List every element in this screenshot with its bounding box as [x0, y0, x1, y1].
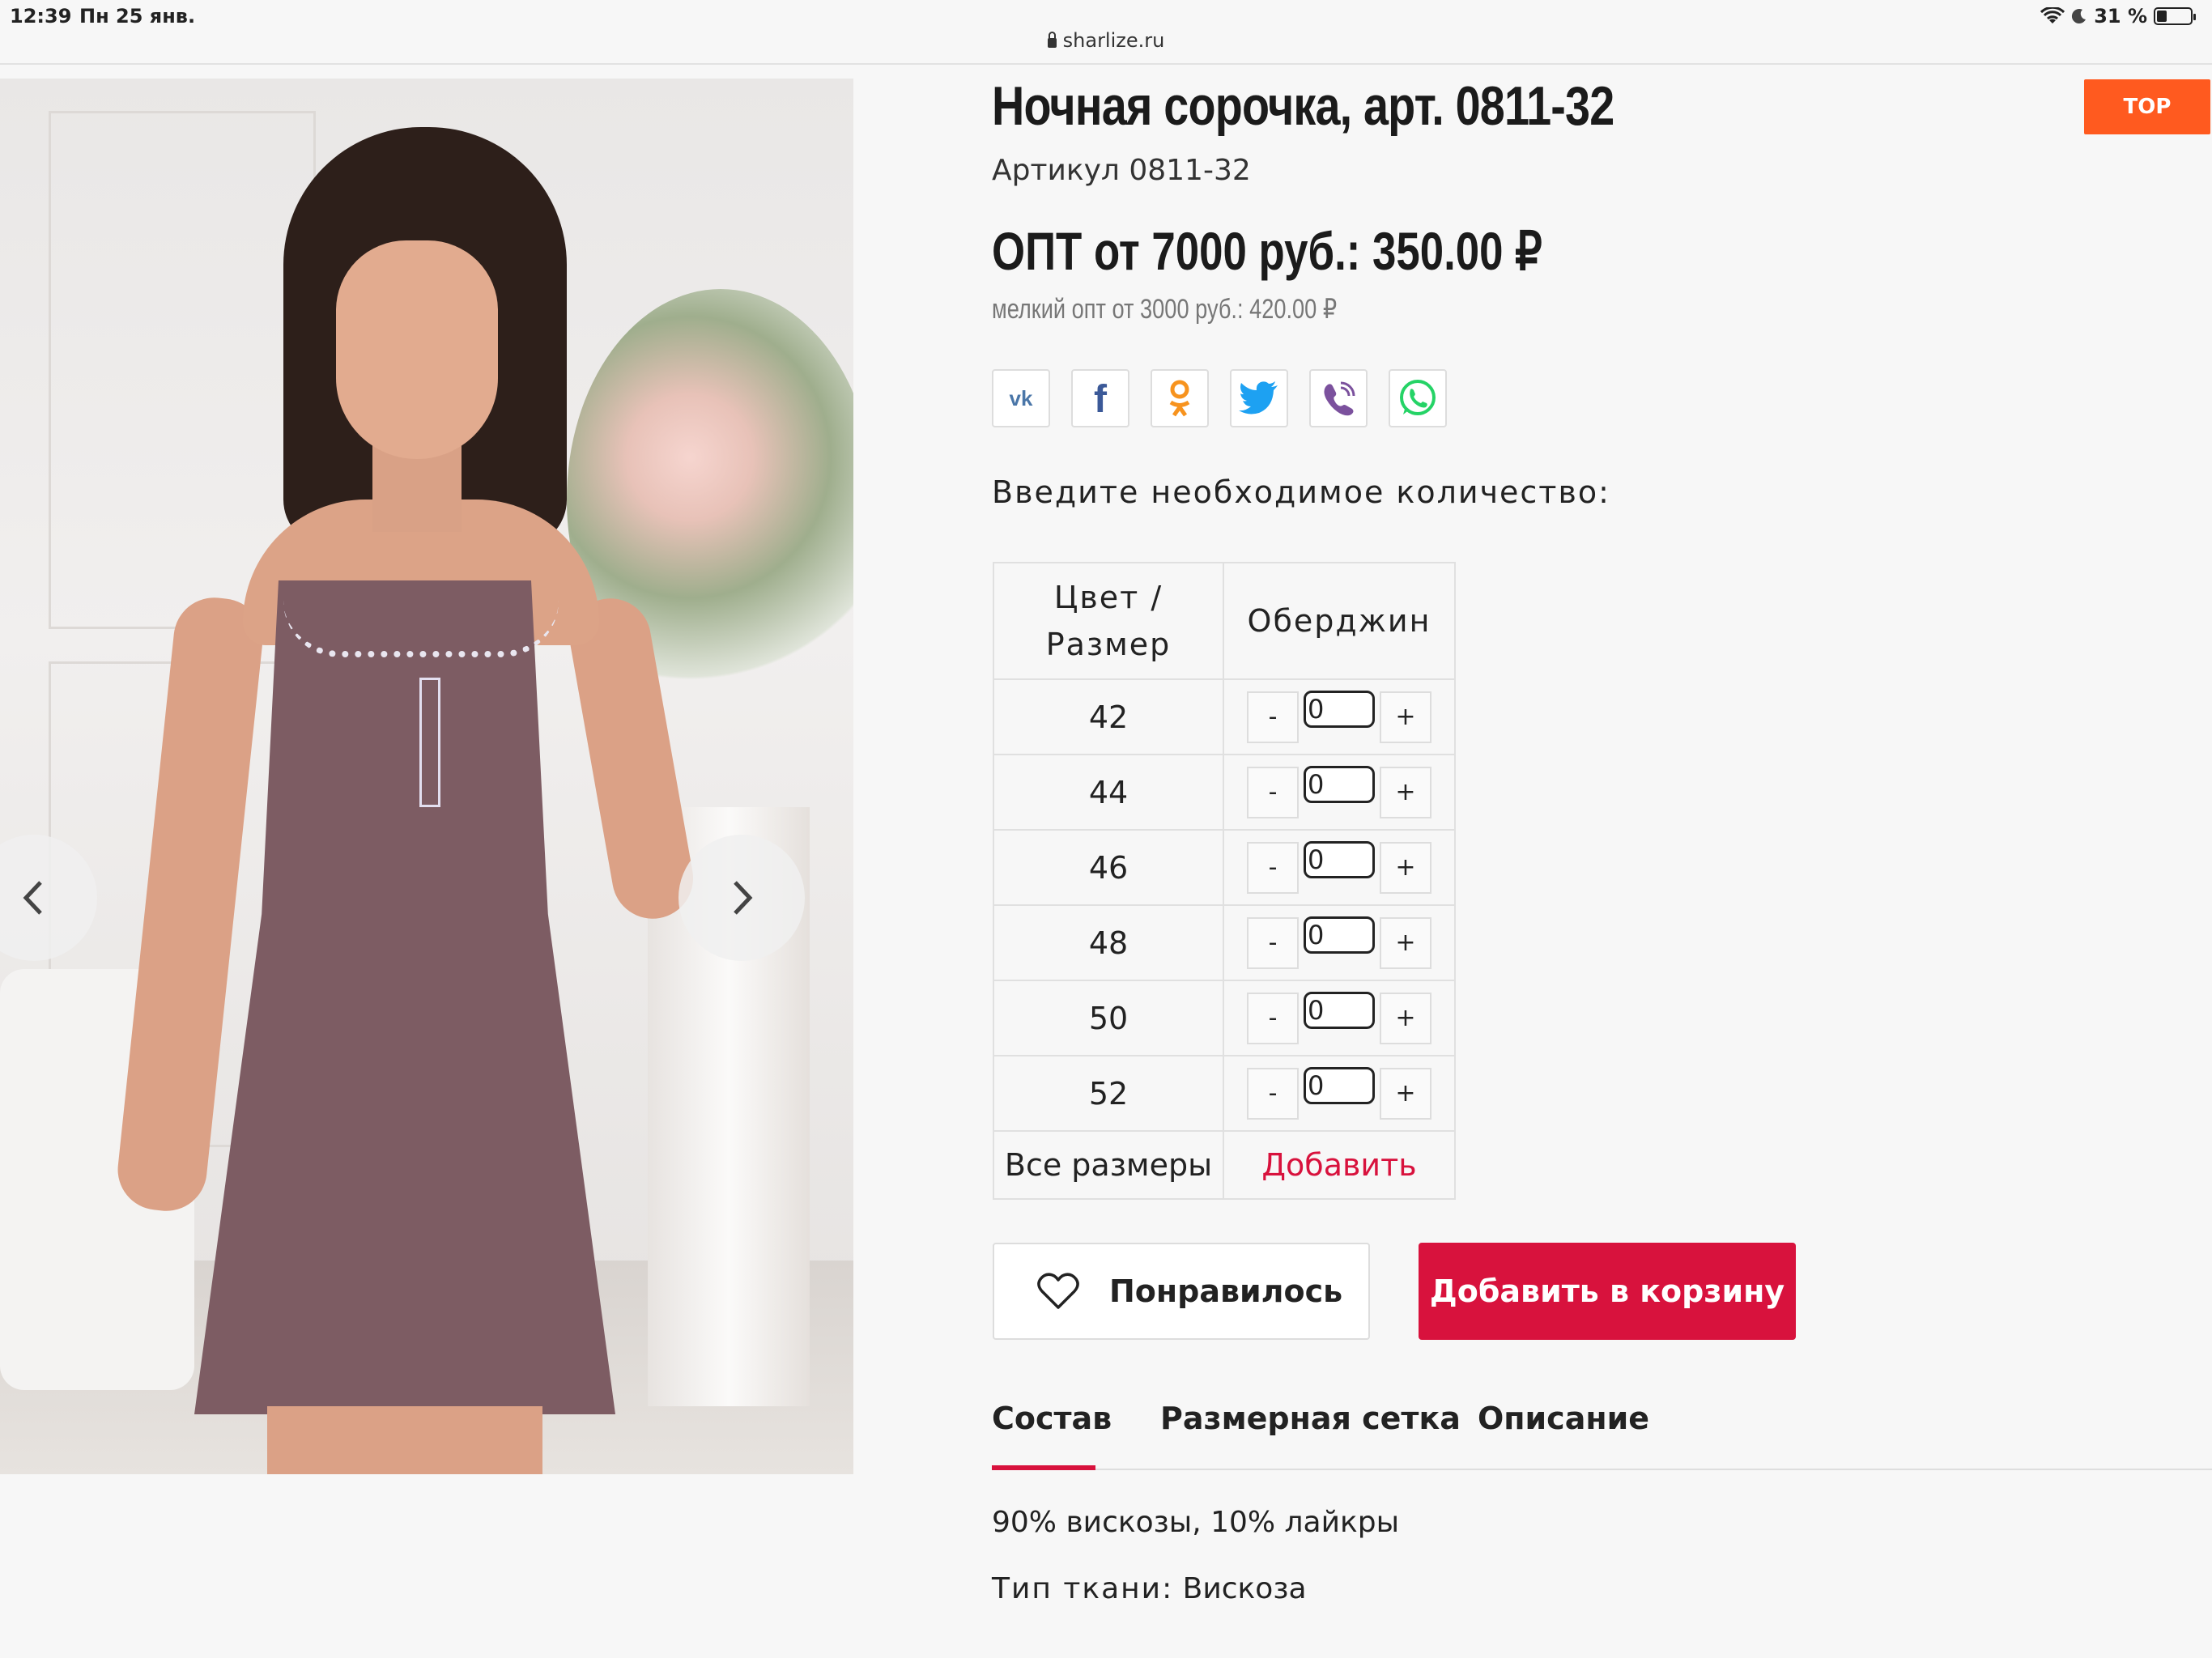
whatsapp-icon [1400, 380, 1436, 415]
increment-button[interactable]: + [1380, 916, 1431, 969]
decrement-button[interactable]: - [1247, 766, 1299, 818]
quantity-input[interactable]: 0 [1304, 840, 1375, 878]
wholesale-price: ОПТ от 7000 руб.: 350.00 ₽ [992, 221, 1542, 281]
battery-icon [2154, 7, 2196, 25]
add-link-cell: Добавить [1223, 1130, 1456, 1200]
url-domain: sharlize.ru [1062, 29, 1165, 52]
share-odnoklassniki-button[interactable] [1151, 369, 1209, 427]
product-article: Артикул 0811-32 [992, 154, 1251, 187]
facebook-icon: f [1094, 378, 1108, 419]
composition-text: 90% вискозы, 10% лайкры [992, 1506, 1400, 1539]
add-to-cart-button[interactable]: Добавить в корзину [1419, 1243, 1796, 1340]
viber-icon [1324, 381, 1355, 416]
all-sizes-label: Все размеры [993, 1130, 1224, 1200]
quantity-input[interactable]: 0 [1304, 690, 1375, 728]
lace-trim [283, 601, 559, 657]
lock-icon [1047, 32, 1057, 48]
size-cell: 44 [993, 754, 1224, 831]
header-color-size: Цвет / Размер [993, 562, 1224, 680]
share-buttons: vk f [992, 369, 1447, 427]
wifi-icon [2040, 7, 2065, 23]
model-face [336, 240, 498, 459]
button-placket [419, 678, 440, 807]
heart-icon [1037, 1273, 1079, 1309]
tab-description[interactable]: Описание [1478, 1401, 1649, 1436]
decrement-button[interactable]: - [1247, 916, 1299, 969]
vk-icon: vk [1010, 386, 1033, 410]
size-cell: 46 [993, 829, 1224, 906]
size-cell: 50 [993, 980, 1224, 1056]
table-row: 46 - 0 + [993, 829, 1456, 906]
add-link[interactable]: Добавить [1261, 1147, 1416, 1183]
svg-text:vk: vk [1010, 386, 1033, 410]
quantity-input[interactable]: 0 [1304, 916, 1375, 954]
decrement-button[interactable]: - [1247, 1067, 1299, 1120]
increment-button[interactable]: + [1380, 1067, 1431, 1120]
size-cell: 52 [993, 1055, 1224, 1132]
table-row: 52 - 0 + [993, 1055, 1456, 1132]
twitter-icon [1239, 381, 1278, 414]
increment-button[interactable]: + [1380, 766, 1431, 818]
table-header-row: Цвет / Размер Оберджин [993, 562, 1456, 680]
product-image-gallery[interactable] [0, 79, 853, 1474]
chevron-right-icon [734, 881, 753, 915]
chevron-left-icon [23, 881, 42, 915]
share-vk-button[interactable]: vk [992, 369, 1050, 427]
model-legs [267, 1406, 542, 1474]
status-time: 12:39 [10, 5, 72, 28]
quantity-label: Введите необходимое количество: [992, 474, 1610, 510]
share-whatsapp-button[interactable] [1389, 369, 1447, 427]
quantity-table: Цвет / Размер Оберджин 42 - 0 + 44 - 0 +… [993, 562, 1456, 1200]
like-label: Понравилось [1109, 1273, 1343, 1309]
quantity-stepper: - 0 + [1223, 754, 1456, 831]
fabric-label: Тип ткани: [992, 1572, 1174, 1605]
table-row: 44 - 0 + [993, 754, 1456, 831]
moon-icon [2072, 9, 2087, 24]
tab-composition[interactable]: Состав [992, 1401, 1112, 1470]
fabric-type: Тип ткани: Вискоза [992, 1572, 1307, 1605]
url-bar[interactable]: sharlize.ru [0, 29, 2212, 65]
header-color-aubergine: Оберджин [1223, 562, 1456, 680]
quantity-stepper: - 0 + [1223, 904, 1456, 981]
fabric-value: Вискоза [1182, 1572, 1307, 1605]
odnoklassniki-icon [1169, 380, 1190, 417]
tab-size-chart[interactable]: Размерная сетка [1160, 1401, 1461, 1436]
table-row: 42 - 0 + [993, 678, 1456, 755]
increment-button[interactable]: + [1380, 841, 1431, 894]
quantity-input[interactable]: 0 [1304, 765, 1375, 803]
increment-button[interactable]: + [1380, 992, 1431, 1044]
quantity-input[interactable]: 0 [1304, 1066, 1375, 1104]
share-viber-button[interactable] [1309, 369, 1368, 427]
table-row: 48 - 0 + [993, 904, 1456, 981]
product-tabs: Состав Размерная сетка Описание [992, 1401, 2212, 1470]
gallery-next-button[interactable] [678, 835, 805, 961]
quantity-input[interactable]: 0 [1304, 991, 1375, 1029]
decrement-button[interactable]: - [1247, 841, 1299, 894]
quantity-stepper: - 0 + [1223, 980, 1456, 1056]
product-title: Ночная сорочка, арт. 0811-32 [992, 75, 1614, 137]
share-facebook-button[interactable]: f [1071, 369, 1129, 427]
table-footer-row: Все размеры Добавить [993, 1130, 1456, 1200]
battery-percent: 31 % [2094, 5, 2147, 28]
quantity-stepper: - 0 + [1223, 829, 1456, 906]
svg-text:f: f [1094, 378, 1108, 419]
scroll-top-button[interactable]: TOP [2084, 79, 2210, 134]
size-cell: 48 [993, 904, 1224, 981]
small-wholesale-price: мелкий опт от 3000 руб.: 420.00 ₽ [992, 294, 1338, 325]
size-cell: 42 [993, 678, 1224, 755]
increment-button[interactable]: + [1380, 691, 1431, 743]
decrement-button[interactable]: - [1247, 992, 1299, 1044]
quantity-stepper: - 0 + [1223, 1055, 1456, 1132]
table-row: 50 - 0 + [993, 980, 1456, 1056]
like-button[interactable]: Понравилось [993, 1243, 1370, 1340]
quantity-stepper: - 0 + [1223, 678, 1456, 755]
share-twitter-button[interactable] [1230, 369, 1288, 427]
status-indicators: 31 % [2040, 5, 2196, 28]
status-date: Пн 25 янв. [79, 5, 196, 28]
decrement-button[interactable]: - [1247, 691, 1299, 743]
